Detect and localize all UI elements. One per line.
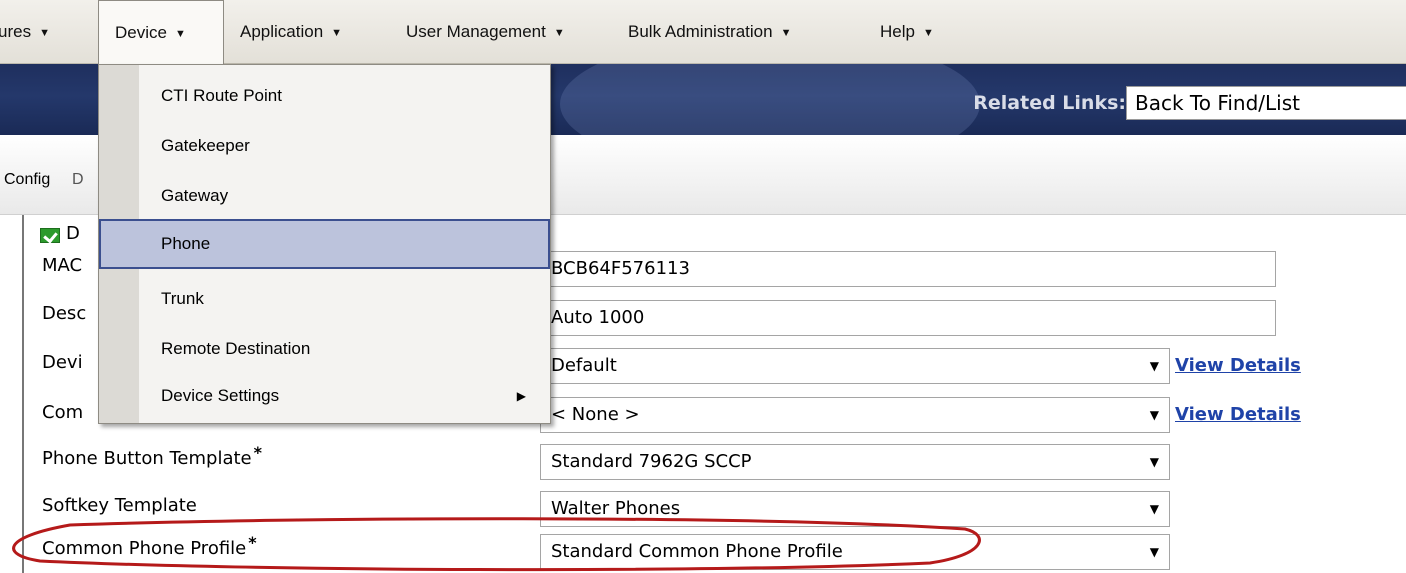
menu-bar: ures ▼ Device ▼ Application ▼ User Manageme…: [0, 0, 1406, 65]
chevron-down-icon: ▼: [1149, 359, 1159, 373]
chevron-down-icon: ▼: [553, 27, 565, 39]
menu-application[interactable]: Application ▼: [240, 0, 342, 64]
menu-user-management[interactable]: User Management ▼: [406, 0, 565, 64]
common-phone-profile-label: Common Phone Profile *: [42, 533, 257, 559]
common-device-config-label: Com: [42, 402, 84, 423]
chevron-down-icon: ▼: [39, 27, 50, 39]
toolbar-extra-label[interactable]: D: [72, 171, 84, 189]
menu-help-label: Help: [880, 22, 915, 41]
chevron-down-icon: ▼: [780, 27, 792, 39]
device-pool-label: Devi: [42, 352, 83, 373]
phone-button-template-value: Standard 7962G SCCP: [551, 451, 752, 472]
menu-item-cti-route-point[interactable]: CTI Route Point: [99, 71, 550, 121]
header-glow: [560, 64, 980, 135]
section-title: D: [66, 223, 80, 244]
common-phone-profile-text: Common Phone Profile: [42, 538, 247, 559]
menu-help[interactable]: Help ▼: [880, 0, 934, 64]
menu-item-remote-destination[interactable]: Remote Destination: [99, 324, 550, 374]
chevron-down-icon: ▼: [331, 27, 343, 39]
softkey-template-select[interactable]: Walter Phones ▼: [540, 491, 1170, 527]
toolbar-config-label[interactable]: Config: [4, 171, 50, 189]
menu-features[interactable]: ures ▼: [0, 0, 50, 64]
device-pool-view-details-link[interactable]: View Details: [1175, 355, 1301, 376]
section-border: [22, 215, 24, 573]
device-dropdown-menu: CTI Route Point Gatekeeper Gateway Phone…: [98, 64, 551, 424]
phone-button-template-label: Phone Button Template *: [42, 443, 262, 469]
description-input[interactable]: Auto 1000: [540, 300, 1276, 336]
menu-application-label: Application: [240, 22, 324, 41]
phone-button-template-select[interactable]: Standard 7962G SCCP ▼: [540, 444, 1170, 480]
common-device-config-value: < None >: [551, 404, 640, 425]
chevron-down-icon: ▼: [174, 28, 186, 40]
mac-address-input[interactable]: BCB64F576113: [540, 251, 1276, 287]
menu-item-device-settings-label: Device Settings: [161, 386, 280, 405]
description-label: Desc: [42, 303, 87, 324]
menu-bulk-administration[interactable]: Bulk Administration ▼: [628, 0, 791, 64]
softkey-template-value: Walter Phones: [551, 498, 681, 519]
required-marker: *: [253, 443, 263, 462]
menu-item-gateway[interactable]: Gateway: [99, 171, 550, 221]
related-links-label: Related Links:: [973, 92, 1126, 114]
common-phone-profile-select[interactable]: Standard Common Phone Profile ▼: [540, 534, 1170, 570]
menu-device-label: Device: [115, 23, 167, 42]
mac-address-label: MAC: [42, 255, 83, 276]
menu-item-trunk[interactable]: Trunk: [99, 274, 550, 324]
related-links-select[interactable]: Back To Find/List: [1126, 86, 1406, 120]
device-pool-value: Default: [551, 355, 617, 376]
menu-item-gatekeeper[interactable]: Gatekeeper: [99, 121, 550, 171]
common-device-config-view-details-link[interactable]: View Details: [1175, 404, 1301, 425]
menu-bulk-administration-label: Bulk Administration: [628, 22, 773, 41]
common-phone-profile-value: Standard Common Phone Profile: [551, 541, 843, 562]
chevron-down-icon: ▼: [1149, 408, 1159, 422]
chevron-down-icon: ▼: [1149, 455, 1159, 469]
submenu-arrow-icon: ▶: [516, 389, 526, 403]
device-pool-select[interactable]: Default ▼: [540, 348, 1170, 384]
menu-item-phone[interactable]: Phone: [99, 219, 550, 269]
menu-device[interactable]: Device ▼: [98, 0, 224, 65]
phone-button-template-text: Phone Button Template: [42, 448, 252, 469]
status-check-icon: [40, 228, 60, 243]
menu-features-label: ures: [0, 22, 32, 41]
chevron-down-icon: ▼: [1149, 545, 1159, 559]
menu-user-management-label: User Management: [406, 22, 546, 41]
chevron-down-icon: ▼: [922, 27, 934, 39]
menu-item-device-settings[interactable]: Device Settings ▶: [99, 371, 550, 421]
chevron-down-icon: ▼: [1149, 502, 1159, 516]
common-device-config-select[interactable]: < None > ▼: [540, 397, 1170, 433]
required-marker: *: [248, 533, 257, 552]
softkey-template-label: Softkey Template: [42, 495, 197, 516]
